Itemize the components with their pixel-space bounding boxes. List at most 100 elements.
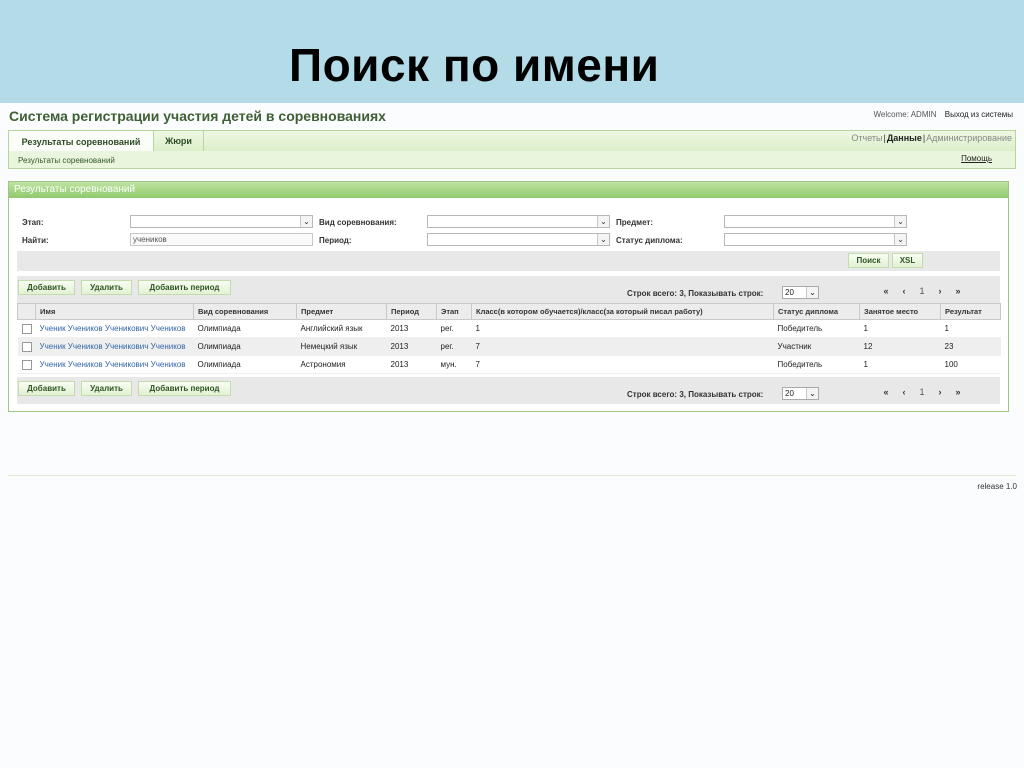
find-input[interactable]: учеников — [130, 233, 313, 246]
period-select[interactable]: ⌄ — [427, 233, 610, 246]
breadcrumb[interactable]: Результаты соревнований — [18, 156, 115, 165]
results-table: Имя Вид соревнования Предмет Период Этап… — [17, 303, 1001, 374]
table-header-row: Имя Вид соревнования Предмет Период Этап… — [17, 303, 1001, 320]
row-checkbox[interactable] — [21, 341, 32, 352]
bottom-toolbar: Добавить Удалить Добавить период Строк в… — [17, 377, 1000, 404]
table-cell: рег. — [436, 337, 472, 356]
chevron-down-icon: ⌄ — [894, 234, 906, 245]
table-cell: 12 — [859, 337, 941, 356]
row-checkbox[interactable] — [21, 359, 32, 370]
first-page-icon[interactable]: « — [877, 286, 895, 296]
page-size-select[interactable]: 20 ⌄ — [782, 387, 819, 400]
chevron-down-icon: ⌄ — [806, 287, 818, 298]
stage-select[interactable]: ⌄ — [130, 215, 313, 228]
add-period-button[interactable]: Добавить период — [138, 280, 231, 295]
table-cell: Олимпиада — [193, 355, 297, 374]
table-cell: 2013 — [386, 355, 437, 374]
logout-link[interactable]: Выход из системы — [945, 110, 1013, 119]
slide-title: Поиск по имени — [289, 39, 660, 91]
subject-label: Предмет: — [616, 218, 654, 227]
period-label: Период: — [319, 236, 352, 245]
table-cell: Олимпиада — [193, 319, 297, 338]
top-nav-links: Отчеты|Данные|Администрирование — [851, 133, 1012, 143]
column-header[interactable]: Период — [386, 303, 437, 320]
main-navbar: Результаты соревнований Жюри Отчеты|Данн… — [8, 130, 1016, 153]
subject-select[interactable]: ⌄ — [724, 215, 907, 228]
student-name-link[interactable]: Ученик Учеников Ученикович Учеников — [40, 324, 186, 333]
page-size-value: 20 — [785, 389, 794, 398]
column-header[interactable]: Класс(в котором обучается)/класс(за кото… — [471, 303, 774, 320]
current-page[interactable]: 1 — [913, 286, 931, 296]
competition-type-select[interactable]: ⌄ — [427, 215, 610, 228]
chevron-down-icon: ⌄ — [300, 216, 312, 227]
first-page-icon[interactable]: « — [877, 387, 895, 397]
help-link[interactable]: Помощь — [961, 154, 992, 163]
student-name-link[interactable]: Ученик Учеников Ученикович Учеников — [40, 360, 186, 369]
row-checkbox[interactable] — [21, 323, 32, 334]
user-bar: Welcome: ADMIN Выход из системы — [874, 110, 1013, 119]
page-size-select[interactable]: 20 ⌄ — [782, 286, 819, 299]
table-cell: Участник — [773, 337, 860, 356]
next-page-icon[interactable]: › — [931, 286, 949, 296]
column-header[interactable]: Занятое место — [859, 303, 941, 320]
table-cell: 7 — [471, 337, 774, 356]
pager-top: «‹ 1 ›» — [877, 286, 967, 296]
find-label: Найти: — [22, 236, 49, 245]
table-cell: 2013 — [386, 319, 437, 338]
table-cell: 23 — [940, 337, 1001, 356]
diploma-status-label: Статус диплома: — [616, 236, 683, 245]
last-page-icon[interactable]: » — [949, 387, 967, 397]
current-page[interactable]: 1 — [913, 387, 931, 397]
table-row: Ученик Учеников Ученикович Учеников Олим… — [17, 319, 1001, 338]
pager-bottom: «‹ 1 ›» — [877, 387, 967, 397]
diploma-status-select[interactable]: ⌄ — [724, 233, 907, 246]
release-version: release 1.0 — [977, 482, 1017, 491]
competition-type-label: Вид соревнования: — [319, 218, 397, 227]
nav-link-admin[interactable]: Администрирование — [926, 133, 1012, 143]
table-cell: рег. — [436, 319, 472, 338]
column-header[interactable]: Вид соревнования — [193, 303, 297, 320]
page-size-value: 20 — [785, 288, 794, 297]
column-header[interactable]: Предмет — [296, 303, 387, 320]
results-panel: Результаты соревнований Этап: ⌄ Вид соре… — [8, 181, 1009, 412]
table-cell: 2013 — [386, 337, 437, 356]
rows-info: Строк всего: 3, Показывать строк: — [627, 390, 764, 399]
add-button[interactable]: Добавить — [18, 280, 75, 295]
table-cell: Победитель — [773, 319, 860, 338]
add-period-button[interactable]: Добавить период — [138, 381, 231, 396]
column-header[interactable]: Результат — [940, 303, 1001, 320]
export-xsl-button[interactable]: XSL — [892, 253, 923, 268]
table-cell: Английский язык — [296, 319, 387, 338]
table-cell: 7 — [471, 355, 774, 374]
tab-jury[interactable]: Жюри — [154, 130, 204, 153]
column-header[interactable]: Этап — [436, 303, 472, 320]
table-cell: Астрономия — [296, 355, 387, 374]
chevron-down-icon: ⌄ — [597, 216, 609, 227]
delete-button[interactable]: Удалить — [81, 381, 132, 396]
student-name-link[interactable]: Ученик Учеников Ученикович Учеников — [40, 342, 186, 351]
stage-label: Этап: — [22, 218, 44, 227]
nav-link-reports[interactable]: Отчеты — [851, 133, 882, 143]
tab-competition-results[interactable]: Результаты соревнований — [8, 130, 154, 153]
rows-info: Строк всего: 3, Показывать строк: — [627, 289, 764, 298]
panel-title: Результаты соревнований — [9, 182, 1008, 198]
table-cell: 1 — [471, 319, 774, 338]
table-cell: мун. — [436, 355, 472, 374]
prev-page-icon[interactable]: ‹ — [895, 286, 913, 296]
last-page-icon[interactable]: » — [949, 286, 967, 296]
delete-button[interactable]: Удалить — [81, 280, 132, 295]
column-header[interactable]: Статус диплома — [773, 303, 860, 320]
chevron-down-icon: ⌄ — [597, 234, 609, 245]
nav-link-data[interactable]: Данные — [887, 133, 922, 143]
table-cell: 1 — [859, 319, 941, 338]
add-button[interactable]: Добавить — [18, 381, 75, 396]
sub-navbar: Результаты соревнований Помощь — [8, 151, 1016, 169]
column-header[interactable]: Имя — [35, 303, 194, 320]
prev-page-icon[interactable]: ‹ — [895, 387, 913, 397]
top-toolbar: Добавить Удалить Добавить период Строк в… — [17, 276, 1000, 303]
welcome-text: Welcome: ADMIN — [873, 110, 937, 119]
search-action-bar: Поиск XSL — [17, 251, 1000, 271]
search-button[interactable]: Поиск — [848, 253, 889, 268]
next-page-icon[interactable]: › — [931, 387, 949, 397]
select-all-column — [17, 303, 36, 320]
